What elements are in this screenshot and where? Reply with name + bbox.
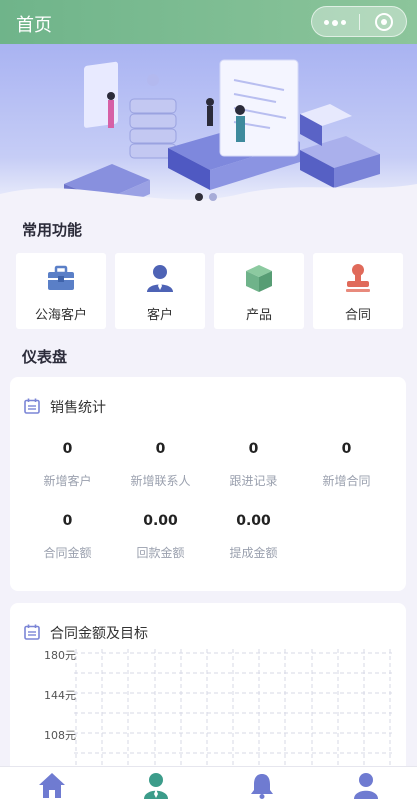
stat-commission-amount: 0.00 提成金额 xyxy=(207,513,300,561)
contacts-icon[interactable] xyxy=(141,771,171,799)
pager-dot xyxy=(209,193,217,201)
more-icon[interactable] xyxy=(324,19,346,26)
stat-label: 回款金额 xyxy=(136,546,185,560)
y-tick-label: 180元 xyxy=(44,649,76,662)
home-icon[interactable] xyxy=(37,771,67,799)
banner-illustration xyxy=(0,59,417,206)
y-tick-label: 108元 xyxy=(44,729,76,742)
pager-dot-active xyxy=(195,193,203,201)
stat-new-contacts: 0 新增联系人 xyxy=(114,441,207,489)
func-customers[interactable]: 客户 xyxy=(115,253,205,329)
stat-new-customers: 0 新增客户 xyxy=(21,441,114,489)
stat-value: 0 xyxy=(155,441,166,457)
sales-stats-card: 销售统计 0 新增客户 0 新增联系人 0 跟进记录 0 新增合同 0 合同金额… xyxy=(10,377,406,591)
func-public-customers[interactable]: 公海客户 xyxy=(16,253,106,329)
header-bar: 首页 xyxy=(0,0,417,44)
func-label: 公海客户 xyxy=(34,308,87,323)
calendar-icon xyxy=(24,398,40,414)
toolbox-icon xyxy=(48,265,74,290)
stat-followups: 0 跟进记录 xyxy=(207,441,300,489)
customer-icon xyxy=(147,265,173,292)
stamp-icon xyxy=(346,264,370,292)
stat-new-contracts: 0 新增合同 xyxy=(300,441,393,489)
user-icon[interactable] xyxy=(351,771,381,799)
contract-chart-title: 合同金额及目标 xyxy=(50,626,148,642)
chart-grid xyxy=(74,649,392,781)
tab-bar xyxy=(0,766,417,802)
box-icon xyxy=(246,265,272,292)
stat-contract-amount: 0 合同金额 xyxy=(21,513,114,561)
stat-label: 提成金额 xyxy=(229,546,278,560)
func-label: 合同 xyxy=(344,308,371,323)
stat-value: 0.00 xyxy=(236,513,271,529)
stat-label: 新增客户 xyxy=(43,474,92,488)
page-title: 首页 xyxy=(16,15,52,36)
stat-value: 0 xyxy=(248,441,259,457)
section-title-common: 常用功能 xyxy=(22,221,83,239)
stat-payment-amount: 0.00 回款金额 xyxy=(114,513,207,561)
banner-carousel[interactable] xyxy=(0,44,417,206)
y-tick-label: 144元 xyxy=(44,689,76,702)
func-products[interactable]: 产品 xyxy=(214,253,304,329)
stat-label: 新增联系人 xyxy=(130,474,191,488)
capsule-divider xyxy=(359,14,360,30)
calendar-icon xyxy=(24,624,40,640)
func-contracts[interactable]: 合同 xyxy=(313,253,403,329)
section-title-dashboard: 仪表盘 xyxy=(22,348,68,366)
stat-value: 0.00 xyxy=(143,513,178,529)
stat-label: 新增合同 xyxy=(322,474,371,488)
func-label: 产品 xyxy=(245,308,272,323)
close-miniapp-icon[interactable] xyxy=(375,13,393,31)
stat-value: 0 xyxy=(62,441,73,457)
contract-chart-card: 合同金额及目标 180元 144元 108元 xyxy=(10,603,406,781)
stat-label: 合同金额 xyxy=(43,546,92,560)
stat-value: 0 xyxy=(62,513,73,529)
miniapp-capsule xyxy=(311,6,407,37)
sales-stats-title: 销售统计 xyxy=(50,400,106,416)
banner-pager xyxy=(195,186,223,201)
func-label: 客户 xyxy=(146,308,173,323)
stat-value: 0 xyxy=(341,441,352,457)
bell-icon[interactable] xyxy=(247,771,277,799)
stat-label: 跟进记录 xyxy=(229,474,278,488)
